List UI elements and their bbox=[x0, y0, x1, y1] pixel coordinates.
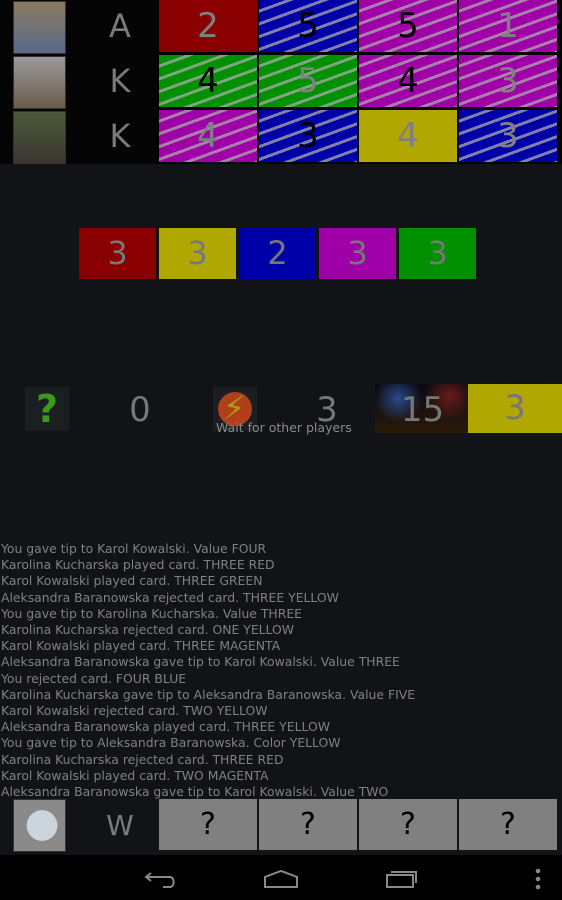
log-entry: Aleksandra Baranowska gave tip to Karol … bbox=[1, 654, 400, 670]
player-card[interactable]: 2 bbox=[159, 0, 257, 52]
log-entry: Karol Kowalski rejected card. TWO YELLOW bbox=[1, 703, 268, 719]
back-icon[interactable] bbox=[143, 867, 179, 889]
player-card[interactable]: 3 bbox=[459, 110, 557, 162]
sheep-image bbox=[13, 799, 66, 852]
player-initial: W bbox=[106, 809, 134, 842]
player-initial: K bbox=[109, 117, 131, 155]
woman-photo bbox=[13, 1, 66, 54]
home-icon[interactable] bbox=[263, 869, 299, 889]
navigation-bar bbox=[0, 855, 562, 900]
player-card[interactable]: 4 bbox=[159, 55, 257, 107]
deck-count: 15 bbox=[400, 390, 445, 430]
discard-pile[interactable]: 3 bbox=[468, 384, 562, 433]
log-entry: Karol Kowalski played card. THREE GREEN bbox=[1, 573, 263, 589]
my-card[interactable]: ? bbox=[159, 799, 257, 850]
wombat-photo bbox=[13, 111, 66, 164]
firework-pile: 3 bbox=[319, 228, 396, 279]
firework-pile: 2 bbox=[239, 228, 316, 279]
my-card[interactable]: ? bbox=[459, 799, 557, 850]
firework-pile: 3 bbox=[399, 228, 476, 279]
player-card[interactable]: 4 bbox=[359, 110, 457, 162]
status-message: Wait for other players bbox=[216, 420, 352, 435]
player-card[interactable]: 4 bbox=[159, 110, 257, 162]
log-entry: Aleksandra Baranowska gave tip to Karol … bbox=[1, 784, 389, 800]
log-entry: Karol Kowalski played card. TWO MAGENTA bbox=[1, 767, 269, 783]
log-entry: You rejected card. FOUR BLUE bbox=[1, 670, 187, 686]
log-entry: Aleksandra Baranowska played card. THREE… bbox=[1, 719, 330, 735]
recent-apps-icon[interactable] bbox=[385, 867, 419, 889]
player-card[interactable]: 5 bbox=[359, 0, 457, 52]
player-card[interactable]: 3 bbox=[459, 55, 557, 107]
log-entry: You gave tip to Karol Kowalski. Value FO… bbox=[1, 541, 267, 556]
log-entry: Karolina Kucharska rejected card. THREE … bbox=[1, 751, 284, 767]
firework-pile: 3 bbox=[159, 228, 236, 279]
log-entry: Karolina Kucharska rejected card. ONE YE… bbox=[1, 622, 295, 638]
log-entry: You gave tip to Karolina Kucharska. Valu… bbox=[1, 605, 303, 621]
menu-icon[interactable] bbox=[534, 867, 542, 891]
my-card[interactable]: ? bbox=[359, 799, 457, 850]
player-initial: K bbox=[109, 62, 131, 100]
log-entry: Karolina Kucharska played card. THREE RE… bbox=[1, 557, 275, 573]
firework-pile: 3 bbox=[79, 228, 156, 279]
tips-count: 0 bbox=[129, 390, 151, 430]
log-entry: Aleksandra Baranowska rejected card. THR… bbox=[1, 589, 339, 605]
log-entry: You gave tip to Aleksandra Baranowska. C… bbox=[1, 735, 341, 751]
player-card[interactable]: 4 bbox=[359, 55, 457, 107]
man-photo bbox=[13, 56, 66, 109]
question-icon[interactable]: ? bbox=[25, 387, 69, 431]
log-entry: Karolina Kucharska gave tip to Aleksandr… bbox=[1, 686, 416, 702]
my-card[interactable]: ? bbox=[259, 799, 357, 850]
player-card[interactable]: 3 bbox=[259, 110, 357, 162]
player-initial: A bbox=[109, 7, 131, 45]
player-card[interactable]: 5 bbox=[259, 55, 357, 107]
player-card[interactable]: 1 bbox=[459, 0, 557, 52]
log-entry: Karol Kowalski played card. THREE MAGENT… bbox=[1, 638, 281, 654]
player-card[interactable]: 5 bbox=[259, 0, 357, 52]
game-log[interactable]: You gave tip to Karol Kowalski. Value FO… bbox=[1, 541, 415, 800]
